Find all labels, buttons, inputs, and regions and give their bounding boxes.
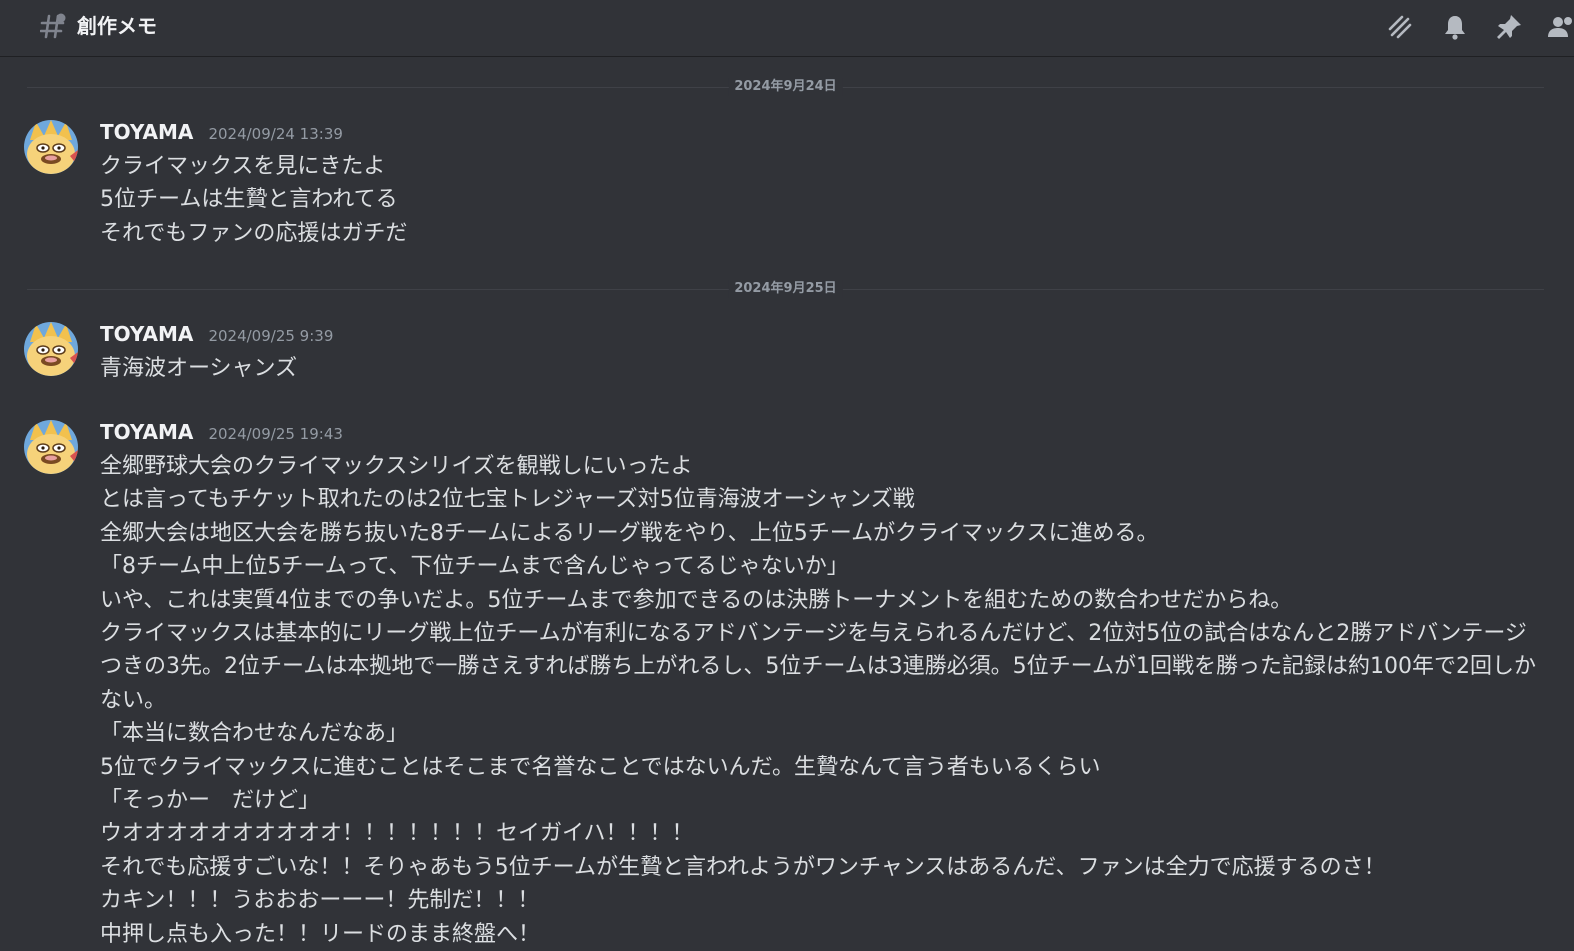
message-timestamp: 2024/09/25 19:43 xyxy=(208,425,343,443)
cat-avatar-icon[interactable] xyxy=(24,120,78,174)
channel-header: 創作メモ xyxy=(0,0,1574,57)
date-divider-label: 2024年9月25日 xyxy=(728,280,843,298)
message-author[interactable]: TOYAMA xyxy=(100,120,193,144)
message-line: それでも応援すごいな！！そりゃあもう5位チームが生贄と言われようがワンチャンスは… xyxy=(100,854,1386,880)
message-line: 全郷野球大会のクライマックスシリイズを観戦しにいったよ xyxy=(100,454,693,479)
message-line: とは言ってもチケット取れたのは2位七宝トレジャーズ対5位青海波オーシャンズ戦 xyxy=(100,487,915,513)
cat-avatar-icon[interactable] xyxy=(24,322,78,376)
message-line: 5位でクライマックスに進むことはそこまで名誉なことではないんだ。生贄なんて言う者… xyxy=(100,754,1101,780)
message-header: TOYAMA 2024/09/25 19:43 xyxy=(100,420,343,448)
message-content: クライマックスを見にきたよ 5位チームは生贄と言われてる それでもファンの応援は… xyxy=(100,150,1540,250)
message-author[interactable]: TOYAMA xyxy=(100,322,193,346)
channel-hash-icon xyxy=(40,13,66,39)
header-toolbar xyxy=(1374,0,1574,55)
message-line: 中押し点も入った！！リードのまま終盤へ！ xyxy=(100,921,541,947)
message-timestamp: 2024/09/24 13:39 xyxy=(208,125,343,143)
members-icon[interactable] xyxy=(1546,13,1574,41)
message-author[interactable]: TOYAMA xyxy=(100,420,193,444)
message-line: 「本当に数合わせなんだなあ」 xyxy=(100,721,409,747)
message-line: それでもファンの応援はガチだ xyxy=(100,220,408,246)
message-line: 青海波オーシャンズ xyxy=(100,356,298,381)
message-content: 全郷野球大会のクライマックスシリイズを観戦しにいったよ とは言ってもチケット取れ… xyxy=(100,450,1540,951)
message-header: TOYAMA 2024/09/25 9:39 xyxy=(100,322,333,350)
message-header: TOYAMA 2024/09/24 13:39 xyxy=(100,120,343,148)
message-content: 青海波オーシャンズ xyxy=(100,352,1540,385)
channel-title: 創作メモ xyxy=(77,14,157,38)
message-line: 「8チーム中上位5チームって、下位チームまで含んじゃってるじゃないか」 xyxy=(100,554,849,580)
message-line: 「そっかー だけど」 xyxy=(100,788,321,814)
message-line: カキン！！！うおおおーーー！先制だ！！！ xyxy=(100,888,540,914)
message-line: 5位チームは生贄と言われてる xyxy=(100,187,398,213)
date-divider-label: 2024年9月24日 xyxy=(728,78,843,96)
pin-icon[interactable] xyxy=(1495,13,1523,41)
date-divider: 2024年9月25日 xyxy=(27,280,1544,298)
threads-icon[interactable] xyxy=(1386,13,1414,41)
message-line: ウオオオオオオオオオオ！！！！！！！セイガイハ！！！！ xyxy=(100,821,694,847)
bell-icon[interactable] xyxy=(1441,13,1469,41)
date-divider: 2024年9月24日 xyxy=(27,78,1544,96)
cat-avatar-icon[interactable] xyxy=(24,420,78,474)
message-line: いや、これは実質4位までの争いだよ。5位チームまで参加できるのは決勝トーナメント… xyxy=(100,587,1293,613)
message-line: クライマックスを見にきたよ xyxy=(100,154,386,179)
message-timestamp: 2024/09/25 9:39 xyxy=(208,327,334,345)
message-line: 全郷大会は地区大会を勝ち抜いた8チームによるリーグ戦をやり、上位5チームがクライ… xyxy=(100,520,1159,546)
message-line: クライマックスは基本的にリーグ戦上位チームが有利になるアドバンテージを与えられる… xyxy=(100,621,1536,713)
